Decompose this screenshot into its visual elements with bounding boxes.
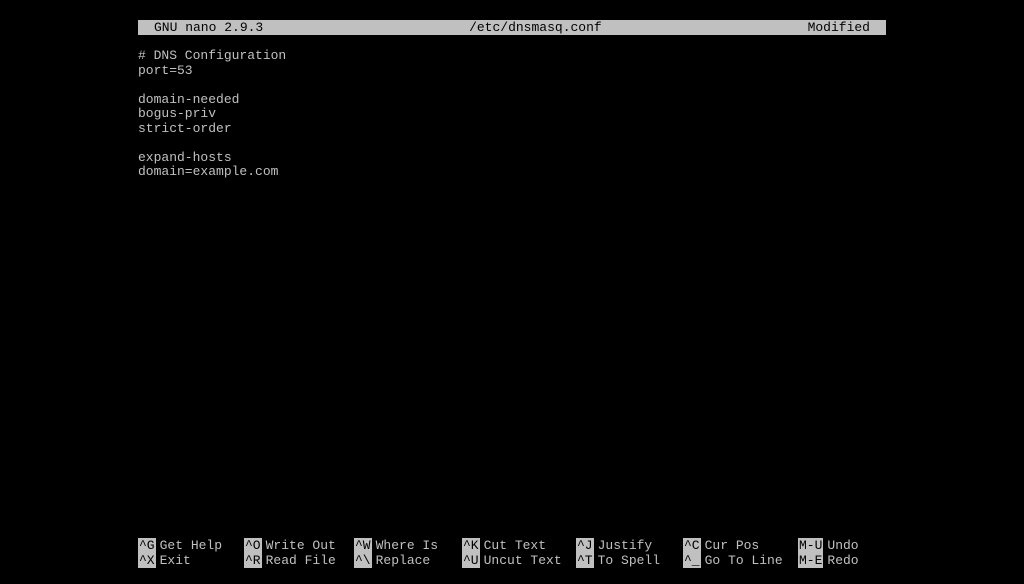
shortcut-read-file: ^RRead File: [244, 553, 354, 568]
shortcut-redo: M-ERedo: [798, 553, 886, 568]
shortcut-row-2: ^XExit^RRead File^\Replace^UUncut Text^T…: [138, 553, 886, 568]
key-badge: ^J: [576, 538, 594, 553]
shortcut-where-is: ^WWhere Is: [354, 538, 462, 553]
shortcut-label: Get Help: [156, 538, 222, 553]
shortcut-label: Write Out: [262, 538, 336, 553]
key-badge: M-U: [798, 538, 823, 553]
key-badge: ^C: [683, 538, 701, 553]
shortcut-label: Uncut Text: [480, 553, 562, 568]
shortcut-replace: ^\Replace: [354, 553, 462, 568]
shortcut-label: Cur Pos: [701, 538, 760, 553]
shortcut-justify: ^JJustify: [576, 538, 683, 553]
key-badge: ^R: [244, 553, 262, 568]
modified-status: Modified: [808, 20, 886, 35]
shortcut-uncut-text: ^UUncut Text: [462, 553, 576, 568]
key-badge: ^X: [138, 553, 156, 568]
shortcut-label: Justify: [594, 538, 653, 553]
key-badge: ^W: [354, 538, 372, 553]
key-badge: ^O: [244, 538, 262, 553]
key-badge: ^U: [462, 553, 480, 568]
shortcut-write-out: ^OWrite Out: [244, 538, 354, 553]
shortcut-label: Undo: [823, 538, 858, 553]
file-path: /etc/dnsmasq.conf: [263, 20, 807, 35]
shortcut-label: To Spell: [594, 553, 660, 568]
editor-content[interactable]: # DNS Configuration port=53 domain-neede…: [138, 35, 886, 180]
key-badge: ^T: [576, 553, 594, 568]
nano-editor[interactable]: GNU nano 2.9.3 /etc/dnsmasq.conf Modifie…: [138, 20, 886, 568]
shortcut-row-1: ^GGet Help^OWrite Out^WWhere Is^KCut Tex…: [138, 538, 886, 553]
title-bar: GNU nano 2.9.3 /etc/dnsmasq.conf Modifie…: [138, 20, 886, 35]
shortcut-label: Redo: [823, 553, 858, 568]
key-badge: ^\: [354, 553, 372, 568]
shortcut-label: Where Is: [372, 538, 438, 553]
shortcut-go-to-line: ^_Go To Line: [683, 553, 798, 568]
key-badge: ^G: [138, 538, 156, 553]
shortcut-undo: M-UUndo: [798, 538, 886, 553]
key-badge: ^K: [462, 538, 480, 553]
shortcut-exit: ^XExit: [138, 553, 244, 568]
shortcut-cut-text: ^KCut Text: [462, 538, 576, 553]
shortcut-label: Replace: [372, 553, 431, 568]
shortcut-label: Go To Line: [701, 553, 783, 568]
shortcut-to-spell: ^TTo Spell: [576, 553, 683, 568]
shortcut-label: Read File: [262, 553, 336, 568]
shortcut-label: Cut Text: [480, 538, 546, 553]
app-name: GNU nano 2.9.3: [138, 20, 263, 35]
shortcut-bar: ^GGet Help^OWrite Out^WWhere Is^KCut Tex…: [138, 538, 886, 568]
shortcut-get-help: ^GGet Help: [138, 538, 244, 553]
shortcut-label: Exit: [156, 553, 191, 568]
key-badge: M-E: [798, 553, 823, 568]
shortcut-cur-pos: ^CCur Pos: [683, 538, 798, 553]
key-badge: ^_: [683, 553, 701, 568]
